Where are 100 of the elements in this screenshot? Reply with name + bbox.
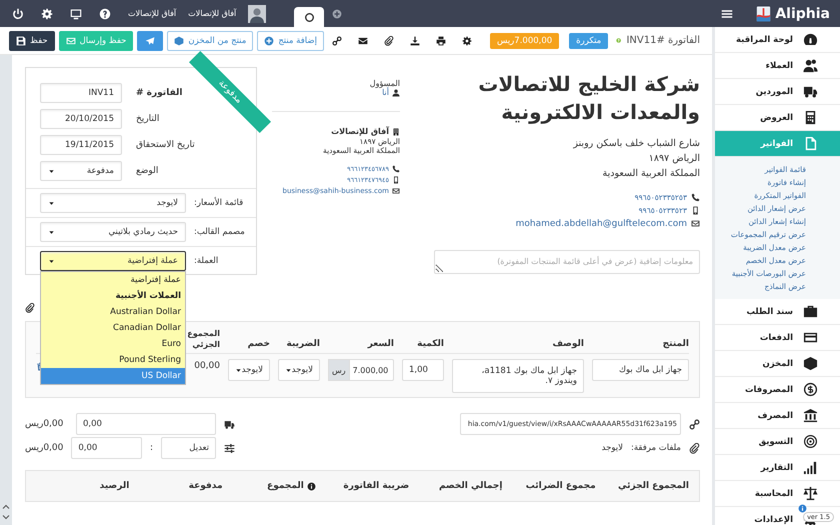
truck-icon: [803, 84, 818, 99]
sidebar-item[interactable]: التسويق: [715, 429, 840, 455]
cube-icon: [174, 36, 184, 46]
info-icon[interactable]: [306, 482, 316, 490]
download-icon[interactable]: [410, 36, 420, 46]
envelope-icon[interactable]: [358, 36, 368, 46]
shipping-total: 0,00ريس: [25, 419, 64, 429]
caret-icon: [284, 366, 292, 374]
settings-icon[interactable]: [41, 8, 53, 20]
column-header: المجموع الجزئي: [617, 481, 689, 491]
gauge-icon: [803, 32, 818, 47]
add-product-button[interactable]: إضافة منتج: [257, 30, 324, 50]
credit-card-icon: [803, 330, 818, 345]
sidebar-item[interactable]: المصروفات: [715, 377, 840, 403]
bank-icon: [803, 408, 818, 423]
column-header: الضريبة: [286, 339, 320, 350]
envelope-icon: [66, 36, 76, 46]
owner-label: المسؤول: [370, 79, 400, 88]
dropdown-option[interactable]: Australian Dollar: [41, 304, 185, 320]
address-line: المملكة العربية السعودية: [602, 167, 700, 181]
column-header: المجموع: [222, 481, 316, 491]
select-field[interactable]: عملة إفتراضية: [40, 251, 186, 271]
users-icon: [803, 58, 818, 73]
print-icon[interactable]: [436, 36, 446, 46]
dropdown-option[interactable]: عملة إفتراضية: [41, 272, 185, 288]
caret-icon: [234, 366, 242, 374]
caret-icon: [48, 168, 55, 174]
status-select[interactable]: مدفوعة: [40, 161, 122, 181]
user-name[interactable]: آفاق للإتصالات: [188, 9, 236, 18]
adjustment-field[interactable]: تعديل: [161, 437, 216, 459]
paperclip-icon[interactable]: [384, 36, 394, 46]
dropdown-option[interactable]: Pound Sterling: [41, 352, 185, 368]
product-field[interactable]: جهاز ابل ماك بوك: [592, 359, 689, 381]
input-field[interactable]: INV11: [40, 83, 122, 103]
logo-icon: [756, 4, 772, 22]
send-button[interactable]: [137, 30, 164, 50]
user-icon: [392, 88, 400, 96]
adjustment-total: 0,00ريس: [25, 443, 64, 453]
sidebar-item[interactable]: المصرف: [715, 403, 840, 429]
sidebar-item[interactable]: المخزن: [715, 351, 840, 377]
select-field[interactable]: حديث رمادي بلاتيني: [40, 222, 186, 242]
input-field[interactable]: 19/11/2015: [40, 135, 122, 155]
sidebar-item[interactable]: لوحة المراقبة: [715, 27, 840, 53]
sidebar-item[interactable]: سند الطلب: [715, 299, 840, 325]
column-header: المنتج: [662, 339, 689, 350]
column-header: ضريبة الفاتورة: [342, 481, 410, 491]
sidebar-item[interactable]: العملاء: [715, 53, 840, 79]
tax-select[interactable]: لايوجد: [278, 359, 320, 381]
email-link[interactable]: mohamed.abdellah@gulftelecom.com: [516, 218, 687, 228]
power-icon[interactable]: [12, 8, 24, 20]
column-header: الكمية: [416, 339, 444, 350]
invoice-title: الفاتورة #INV11: [626, 35, 700, 46]
mobile-icon: [392, 176, 400, 184]
input-field[interactable]: 20/10/2015: [40, 109, 122, 129]
price-field[interactable]: 7.000,00: [348, 359, 394, 381]
shipping-field[interactable]: 0,00: [76, 413, 216, 435]
select-field[interactable]: لايوجد: [40, 193, 186, 213]
field-label: مصمم القالب:: [193, 227, 246, 237]
save-button[interactable]: حفظ: [9, 30, 55, 50]
column-header: الوصف: [551, 339, 584, 350]
chevron-down-icon[interactable]: [2, 513, 10, 521]
column-header: خصم: [246, 339, 270, 350]
chevron-up-icon[interactable]: [2, 503, 10, 511]
stock-product-button[interactable]: منتج من المخزن: [167, 30, 254, 50]
adjustment-value-field[interactable]: 0,00: [71, 437, 142, 459]
sidebar-item[interactable]: الدفعات: [715, 325, 840, 351]
link-icon[interactable]: [332, 36, 342, 46]
amount-badge: 7.000,00ريس: [490, 32, 560, 48]
envelope-icon: [691, 219, 700, 228]
description-field[interactable]: جهاز ابل ماك بوك a1181، ويندوز ٧.: [452, 359, 584, 393]
company-label[interactable]: آفاق للإتصالات: [128, 9, 176, 18]
separator: :: [150, 443, 154, 453]
monitor-icon[interactable]: [70, 8, 82, 20]
menu-icon[interactable]: [721, 8, 733, 20]
plus-icon[interactable]: [332, 8, 342, 18]
sidebar-item[interactable]: المحاسبة: [715, 481, 840, 507]
envelope-icon: [392, 186, 400, 194]
option-group-label: العملات الأجنبية: [114, 289, 182, 303]
owner-link[interactable]: أنا: [382, 88, 389, 97]
address-line: الرياض ١٨٩٧: [648, 152, 700, 166]
notes-field[interactable]: معلومات إضافية (عرض في أعلى قائمة المنتجات المفوترة): [434, 250, 700, 274]
dropdown-option[interactable]: Euro: [41, 336, 185, 352]
settings-icon[interactable]: [462, 36, 472, 46]
plane-icon: [145, 36, 156, 46]
discount-select[interactable]: لايوجد: [228, 359, 270, 381]
quantity-field[interactable]: 1,00: [402, 359, 444, 381]
caret-icon: [48, 258, 55, 264]
truck-icon: [224, 418, 235, 430]
paperclip-icon: [689, 442, 700, 454]
caret-icon: [48, 228, 55, 236]
field-label: تاريخ الاستحقاق: [135, 140, 196, 150]
document-icon: [803, 136, 818, 151]
browser-tab[interactable]: [294, 7, 324, 27]
sidebar-item[interactable]: الموردين: [715, 79, 840, 105]
dropdown-option[interactable]: Canadian Dollar: [41, 320, 185, 336]
paperclip-icon[interactable]: [25, 303, 35, 313]
help-icon[interactable]: [99, 8, 111, 20]
avatar-icon[interactable]: [248, 4, 266, 22]
sidebar-item[interactable]: التقارير: [715, 455, 840, 481]
mobile-icon: [691, 206, 700, 215]
